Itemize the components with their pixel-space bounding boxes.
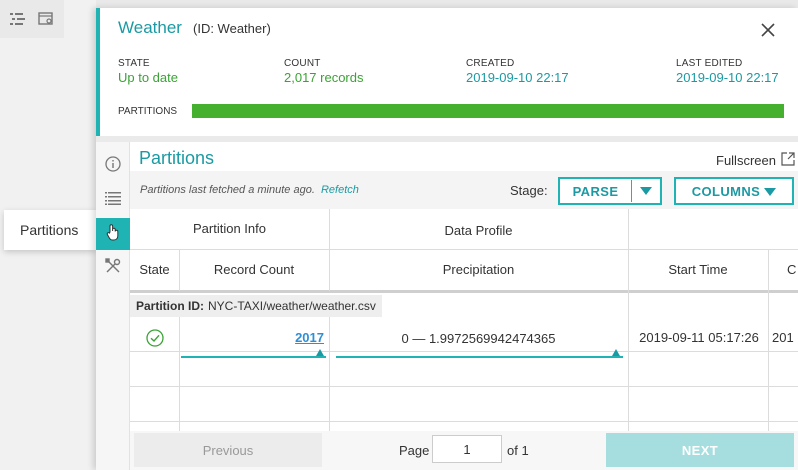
record-count-profile-bar: [181, 356, 326, 358]
header-divider: [130, 290, 798, 293]
start-time-cell: 2019-09-11 05:17:26: [639, 330, 759, 345]
partition-id-prefix: Partition ID:: [136, 299, 204, 313]
tools-icon: [105, 257, 121, 279]
list-icon: [105, 191, 121, 210]
stage-select[interactable]: PARSE: [558, 177, 662, 205]
fullscreen-button[interactable]: Fullscreen: [716, 152, 795, 169]
caret-down-icon: [764, 184, 777, 199]
info-icon: [105, 155, 121, 177]
top-strip: [96, 0, 798, 8]
column-divider: [628, 209, 629, 431]
left-toolbar: [0, 0, 64, 38]
partition-id-value: NYC-TAXI/weather/weather.csv: [208, 299, 376, 313]
fullscreen-label: Fullscreen: [716, 153, 776, 168]
last-edited-label: LAST EDITED: [676, 58, 743, 69]
group-header-partition-info: Partition Info: [193, 221, 266, 236]
precipitation-cell: 0 — 1.9972569942474365: [401, 331, 556, 346]
column-header-state[interactable]: State: [130, 262, 179, 277]
count-value: 2,017 records: [284, 70, 364, 85]
column-divider: [768, 249, 769, 431]
columns-label: COLUMNS: [691, 183, 761, 199]
cut-off-cell: 201: [772, 330, 794, 345]
row-divider: [130, 386, 798, 387]
caret-down-icon: [632, 187, 660, 195]
columns-button[interactable]: COLUMNS: [674, 177, 794, 205]
refetch-link[interactable]: Refetch: [321, 184, 359, 196]
hand-pointer-icon: [105, 223, 121, 246]
section-separator: [96, 136, 798, 142]
stage-label: Stage:: [510, 183, 548, 198]
profile-marker-icon: [612, 349, 620, 356]
external-link-icon: [781, 152, 795, 169]
dataset-detail-panel: Weather (ID: Weather) STATE Up to date C…: [96, 8, 798, 470]
page-label: Page: [399, 443, 430, 458]
state-ok-icon: [146, 329, 164, 350]
record-count-cell: 2017: [179, 330, 324, 345]
column-header-record-count[interactable]: Record Count: [179, 262, 329, 277]
fetch-toolbar: Partitions last fetched a minute ago. Re…: [130, 171, 798, 209]
fetch-status-text: Partitions last fetched a minute ago.: [140, 184, 315, 196]
accent-bar: [96, 8, 100, 136]
card-view-icon[interactable]: [38, 12, 54, 26]
vertical-tab-strip: [96, 142, 130, 470]
row-divider: [130, 351, 798, 352]
created-value: 2019-09-10 22:17: [466, 70, 569, 85]
page-total: of 1: [507, 443, 529, 458]
partitions-bar-label: PARTITIONS: [118, 106, 178, 117]
column-divider: [329, 209, 330, 291]
state-value: Up to date: [118, 70, 178, 85]
partitions-table: Partition Info Data Profile State Record…: [130, 209, 798, 431]
page-number-input[interactable]: [432, 435, 502, 463]
dataset-title: Weather: [118, 18, 182, 37]
sidebar-tooltip: Partitions: [4, 210, 96, 250]
list-view-icon[interactable]: [10, 12, 26, 26]
group-header-data-profile: Data Profile: [444, 223, 513, 238]
pagination: Previous Page of 1 NEXT: [130, 431, 798, 470]
column-header-cut[interactable]: C: [770, 262, 798, 277]
info-tab[interactable]: [96, 150, 130, 182]
previous-button[interactable]: Previous: [134, 433, 322, 467]
partitions-tab[interactable]: [96, 218, 130, 250]
row-divider: [130, 421, 798, 422]
table-divider: [130, 249, 798, 250]
next-button[interactable]: NEXT: [606, 433, 794, 467]
close-icon[interactable]: [760, 22, 776, 38]
list-tab[interactable]: [96, 184, 130, 216]
last-edited-value: 2019-09-10 22:17: [676, 70, 779, 85]
fetch-status: Partitions last fetched a minute ago. Re…: [140, 184, 359, 196]
record-count-link[interactable]: 2017: [295, 330, 324, 345]
dataset-id: (ID: Weather): [193, 21, 271, 36]
partitions-title: Partitions: [139, 148, 215, 168]
profile-marker-icon: [316, 349, 324, 356]
stage-value: PARSE: [572, 183, 619, 199]
partition-id-label: Partition ID: NYC-TAXI/weather/weather.c…: [130, 295, 382, 317]
count-label: COUNT: [284, 58, 321, 69]
column-header-start-time[interactable]: Start Time: [628, 262, 768, 277]
partitions-progress-bar: [192, 104, 784, 118]
created-label: CREATED: [466, 58, 515, 69]
column-header-precipitation[interactable]: Precipitation: [329, 262, 628, 277]
precipitation-profile-bar: [336, 356, 623, 358]
tools-tab[interactable]: [96, 252, 130, 284]
state-label: STATE: [118, 58, 150, 69]
